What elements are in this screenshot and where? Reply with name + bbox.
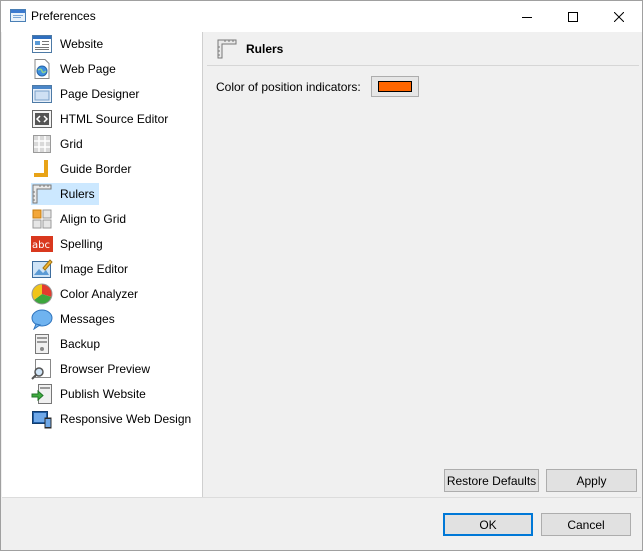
ok-button[interactable]: OK <box>443 513 533 536</box>
title-bar[interactable]: Preferences <box>1 1 642 32</box>
sidebar-item-responsive-web-design[interactable]: Responsive Web Design <box>31 408 195 430</box>
browser-preview-icon <box>31 359 51 380</box>
sidebar-item-label: Align to Grid <box>60 212 127 226</box>
sidebar-item-web-page[interactable]: Web Page <box>31 58 120 80</box>
grid-icon <box>33 135 51 153</box>
panel-title: Rulers <box>246 42 284 56</box>
cancel-button[interactable]: Cancel <box>541 513 631 536</box>
sidebar-item-label: Image Editor <box>60 262 129 276</box>
color-swatch <box>378 81 412 92</box>
sidebar-item-website[interactable]: Website <box>31 33 107 55</box>
sidebar-item-label: Responsive Web Design <box>60 412 192 426</box>
svg-text:abc: abc <box>32 240 50 251</box>
window-title: Preferences <box>31 9 96 23</box>
sidebar-item-label: Guide Border <box>60 162 132 176</box>
web-page-icon <box>34 59 50 79</box>
sidebar-item-rulers[interactable]: Rulers <box>31 183 99 205</box>
sidebar-item-label: Rulers <box>60 187 95 201</box>
rulers-icon <box>32 184 52 204</box>
sidebar-item-guide-border[interactable]: Guide Border <box>31 158 135 180</box>
website-icon <box>32 35 52 53</box>
footer-divider <box>2 497 641 498</box>
sidebar-item-label: Backup <box>60 337 101 351</box>
sidebar-item-label: Page Designer <box>60 87 140 101</box>
sidebar-item-align-to-grid[interactable]: Align to Grid <box>31 208 130 230</box>
maximize-icon <box>568 11 578 22</box>
messages-icon <box>31 309 53 330</box>
image-editor-icon <box>32 259 53 278</box>
preferences-window: Preferences Website Web Page Page Design… <box>0 0 643 551</box>
sidebar-item-image-editor[interactable]: Image Editor <box>31 258 132 280</box>
sidebar-item-label: Messages <box>60 312 115 326</box>
sidebar-item-html-source-editor[interactable]: HTML Source Editor <box>31 108 172 130</box>
maximize-button[interactable] <box>550 1 596 32</box>
sidebar-item-label: Website <box>60 37 104 51</box>
sidebar-item-label: Web Page <box>60 62 116 76</box>
sidebar-item-grid[interactable]: Grid <box>31 133 87 155</box>
sidebar-item-color-analyzer[interactable]: Color Analyzer <box>31 283 142 305</box>
color-analyzer-icon <box>31 283 53 305</box>
sidebar-item-label: Grid <box>60 137 83 151</box>
responsive-design-icon <box>32 411 52 429</box>
backup-icon <box>35 334 49 354</box>
apply-button[interactable]: Apply <box>546 469 637 492</box>
minimize-icon <box>522 16 532 18</box>
sidebar-item-publish-website[interactable]: Publish Website <box>31 383 150 405</box>
panel-header: Rulers <box>207 34 639 66</box>
close-icon <box>614 11 624 22</box>
guide-border-icon <box>34 160 48 177</box>
sidebar-item-backup[interactable]: Backup <box>31 333 104 355</box>
sidebar-item-messages[interactable]: Messages <box>31 308 119 330</box>
publish-website-icon <box>31 384 52 404</box>
sidebar-item-label: Publish Website <box>60 387 146 401</box>
sidebar-item-browser-preview[interactable]: Browser Preview <box>31 358 154 380</box>
sidebar-item-label: Browser Preview <box>60 362 151 376</box>
preferences-window-icon <box>10 9 26 22</box>
rulers-icon <box>217 39 237 59</box>
sidebar-item-label: Color Analyzer <box>60 287 139 301</box>
html-source-icon <box>32 110 52 128</box>
sidebar-item-spelling[interactable]: abc Spelling <box>31 233 107 255</box>
sidebar-item-page-designer[interactable]: Page Designer <box>31 83 143 105</box>
preferences-sidebar: Website Web Page Page Designer HTML Sour… <box>2 32 203 497</box>
sidebar-item-label: Spelling <box>60 237 103 251</box>
page-designer-icon <box>32 85 52 103</box>
color-indicator-label: Color of position indicators: <box>216 80 361 94</box>
close-button[interactable] <box>596 1 642 32</box>
align-to-grid-icon <box>32 209 52 229</box>
spelling-icon: abc <box>31 236 53 252</box>
sidebar-item-label: HTML Source Editor <box>60 112 169 126</box>
minimize-button[interactable] <box>504 1 550 32</box>
restore-defaults-button[interactable]: Restore Defaults <box>444 469 539 492</box>
color-picker-button[interactable] <box>371 76 419 97</box>
